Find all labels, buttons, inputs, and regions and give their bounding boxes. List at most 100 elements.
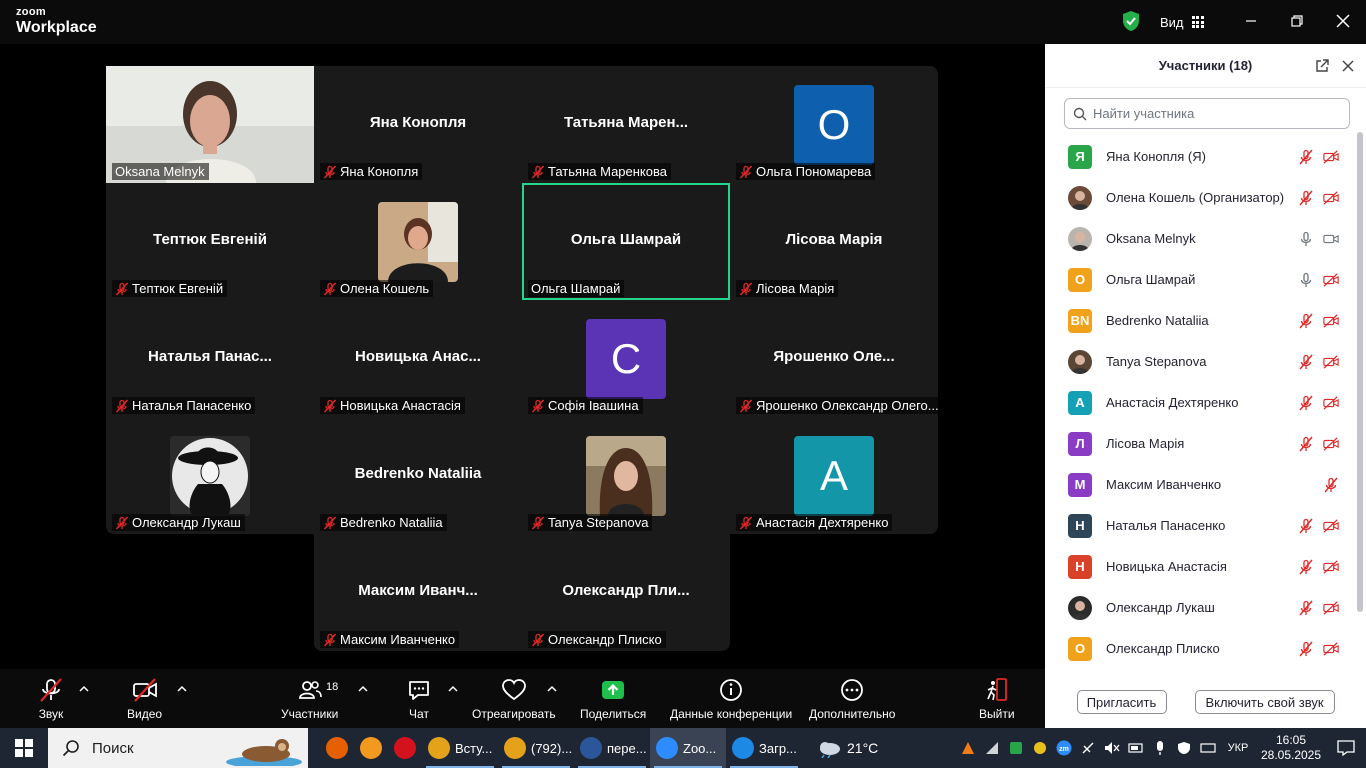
invite-button[interactable]: Пригласить	[1076, 690, 1167, 714]
taskbar-app-button[interactable]: Zoo...	[650, 728, 726, 768]
participant-list-item[interactable]: Олександр Лукаш	[1045, 587, 1355, 628]
zoom-tray-icon[interactable]: zm	[1052, 728, 1076, 768]
participant-list-item[interactable]: Я Яна Конопля (Я)	[1045, 136, 1355, 177]
microphone-tray-icon[interactable]	[1148, 728, 1172, 768]
leave-button[interactable]: Выйти	[979, 677, 1015, 721]
audio-button[interactable]: Звук	[38, 677, 64, 721]
network-icon[interactable]	[1076, 728, 1100, 768]
participant-search-input[interactable]	[1093, 106, 1343, 121]
encryption-shield-icon[interactable]	[1121, 10, 1141, 32]
participant-name-text: Tanya Stepanova	[548, 515, 649, 530]
participant-video-tile[interactable]: Олександр Лукаш	[106, 417, 314, 534]
participant-video-tile[interactable]: Тептюк Евгеній Тептюк Евгеній	[106, 183, 314, 300]
weather-widget[interactable]: 21°C	[810, 728, 884, 768]
clock[interactable]: 16:05 28.05.2025	[1256, 733, 1326, 763]
audio-options-chevron-icon[interactable]	[78, 683, 90, 695]
participant-name-label: Наталья Панасенко	[112, 397, 256, 414]
unmute-me-button[interactable]: Включить свой звук	[1194, 690, 1335, 714]
participant-video-tile[interactable]: С Софія Івашина	[522, 300, 730, 417]
taskbar-app-button[interactable]: (792)...	[498, 728, 574, 768]
taskbar-app-button[interactable]: пере...	[574, 728, 650, 768]
participant-status-icons	[1298, 313, 1339, 329]
mic-muted-icon	[531, 164, 545, 179]
participant-status-icons	[1298, 354, 1339, 370]
participant-name: Ольга Шамрай	[1106, 272, 1196, 287]
participant-video-tile[interactable]: Bedrenko Nataliia Bedrenko Nataliia	[314, 417, 522, 534]
mic-muted-icon	[323, 281, 337, 296]
app-tray-icon[interactable]	[1004, 728, 1028, 768]
chat-icon	[409, 681, 429, 700]
volume-muted-icon[interactable]	[1100, 728, 1124, 768]
yellow-tray-icon[interactable]	[1028, 728, 1052, 768]
participant-video-tile[interactable]: Ольга Шамрай Ольга Шамрай	[522, 183, 730, 300]
participant-video-tile[interactable]: Лісова Марія Лісова Марія	[730, 183, 938, 300]
mic-muted-icon	[115, 398, 129, 413]
participant-status-icons	[1298, 518, 1339, 534]
security-tray-icon[interactable]	[1172, 728, 1196, 768]
participant-list-item[interactable]: BN Bedrenko Nataliia	[1045, 300, 1355, 341]
participant-list-item[interactable]: Олена Кошель (Организатор)	[1045, 177, 1355, 218]
start-button[interactable]	[0, 728, 48, 768]
minimize-button[interactable]	[1236, 8, 1266, 34]
participant-list-item[interactable]: Н Наталья Панасенко	[1045, 505, 1355, 546]
chat-button[interactable]: Чат	[406, 677, 432, 721]
taskbar-app-button[interactable]	[320, 728, 354, 768]
meeting-info-button[interactable]: Данные конференции	[670, 677, 792, 721]
close-window-button[interactable]	[1328, 8, 1358, 34]
taskbar-app-button[interactable]	[388, 728, 422, 768]
participant-video-tile[interactable]: Наталья Панас... Наталья Панасенко	[106, 300, 314, 417]
mic-muted-icon	[323, 398, 337, 413]
participant-list-item[interactable]: Л Лісова Марія	[1045, 423, 1355, 464]
taskbar-app-label: Всту...	[455, 740, 493, 756]
video-button[interactable]: Видео	[127, 677, 162, 721]
share-screen-button[interactable]: Поделиться	[580, 677, 646, 721]
flag-tray-icon[interactable]	[956, 728, 980, 768]
popout-icon[interactable]	[1314, 58, 1330, 74]
participant-video-tile[interactable]: Новицька Анас... Новицька Анастасія	[314, 300, 522, 417]
keyboard-tray-icon[interactable]	[1196, 728, 1220, 768]
react-options-chevron-icon[interactable]	[546, 683, 558, 695]
word-icon	[580, 737, 602, 759]
participants-options-chevron-icon[interactable]	[357, 683, 369, 695]
participant-list-item[interactable]: А Анастасія Дехтяренко	[1045, 382, 1355, 423]
participant-video-tile[interactable]: Олександр Пли... Олександр Плиско	[522, 534, 730, 651]
participant-list-item[interactable]: Oksana Melnyk	[1045, 218, 1355, 259]
battery-icon[interactable]	[1124, 728, 1148, 768]
view-button[interactable]: Вид	[1160, 12, 1204, 32]
taskbar-app-button[interactable]	[354, 728, 388, 768]
participant-search-box[interactable]	[1064, 98, 1350, 129]
participant-video-tile[interactable]: Ярошенко Оле... Ярошенко Олександр Олего…	[730, 300, 941, 417]
wifi-icon[interactable]	[980, 728, 1004, 768]
participant-list-item[interactable]: Tanya Stepanova	[1045, 341, 1355, 382]
participant-list-scrollbar[interactable]	[1357, 132, 1363, 612]
participant-video-tile[interactable]: Максим Иванч... Максим Иванченко	[314, 534, 522, 651]
participant-video-tile[interactable]: О Ольга Пономарева	[730, 66, 938, 183]
taskbar-search-box[interactable]: Поиск	[48, 728, 308, 768]
close-panel-icon[interactable]	[1340, 58, 1356, 74]
participant-list-item[interactable]: М Максим Иванченко	[1045, 464, 1355, 505]
notifications-icon[interactable]	[1326, 728, 1366, 768]
more-button[interactable]: Дополнительно	[809, 677, 895, 721]
mic-muted-icon	[1324, 477, 1338, 493]
participant-video-tile[interactable]: Tanya Stepanova	[522, 417, 730, 534]
language-indicator[interactable]: УКР	[1220, 728, 1256, 768]
maximize-button[interactable]	[1282, 8, 1312, 34]
participant-video-tile[interactable]: А Анастасія Дехтяренко	[730, 417, 938, 534]
participant-list-item[interactable]: О Олександр Плиско	[1045, 628, 1355, 669]
participant-display-name: Татьяна Марен...	[563, 114, 689, 131]
chat-options-chevron-icon[interactable]	[447, 683, 459, 695]
participant-name: Новицька Анастасія	[1106, 559, 1227, 574]
taskbar-app-button[interactable]: Загр...	[726, 728, 802, 768]
participant-video-tile[interactable]: Олена Кошель	[314, 183, 522, 300]
participant-avatar	[170, 436, 250, 516]
participant-list-item[interactable]: О Ольга Шамрай	[1045, 259, 1355, 300]
taskbar-app-button[interactable]: Всту...	[422, 728, 498, 768]
video-options-chevron-icon[interactable]	[176, 683, 188, 695]
participant-video-tile[interactable]: Татьяна Марен... Татьяна Маренкова	[522, 66, 730, 183]
participant-name-text: Татьяна Маренкова	[548, 164, 667, 179]
mic-muted-icon	[1299, 518, 1313, 534]
participant-video-tile[interactable]: Яна Конопля Яна Конопля	[314, 66, 522, 183]
participant-list-item[interactable]: Н Новицька Анастасія	[1045, 546, 1355, 587]
react-button[interactable]: Отреагировать	[472, 677, 556, 721]
participant-video-tile[interactable]: Oksana Melnyk	[106, 66, 314, 183]
